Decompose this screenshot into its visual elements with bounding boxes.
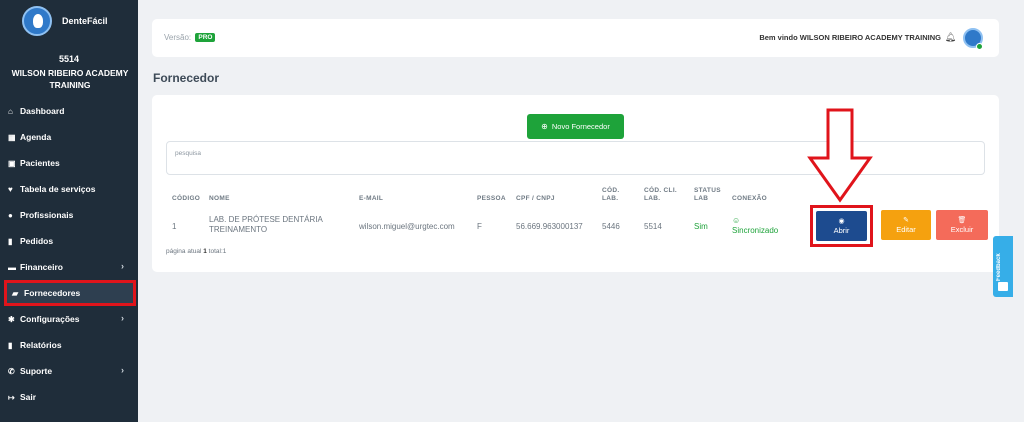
file-icon: ▮ <box>8 236 13 246</box>
user-plus-icon: ⊕ <box>541 122 548 131</box>
bell-icon[interactable]: 🔔︎ <box>945 32 956 43</box>
sidebar-item-suporte[interactable]: ✆ Suporte › <box>0 358 138 384</box>
user-icon: ● <box>8 210 13 220</box>
feedback-label: Feedback <box>996 253 1002 281</box>
sidebar-item-fornecedores[interactable]: ▰ Fornecedores <box>4 280 136 306</box>
money-icon: ▬ <box>8 262 16 272</box>
sidebar-item-label: Fornecedores <box>24 288 81 298</box>
feedback-icon <box>998 282 1008 291</box>
edit-icon: ✎ <box>903 216 909 224</box>
sidebar-item-label: Tabela de serviços <box>20 184 96 194</box>
sidebar-item-pedidos[interactable]: ▮ Pedidos <box>0 228 138 254</box>
sidebar-item-agenda[interactable]: ▦ Agenda <box>0 124 138 150</box>
chevron-right-icon: › <box>121 313 124 323</box>
sidebar: DenteFácil 5514 WILSON RIBEIRO ACADEMY T… <box>0 0 138 422</box>
search-placeholder: pesquisa <box>175 150 202 157</box>
cell-cpf: 56.669.963000137 <box>516 222 583 231</box>
topbar: Versão: PRO Bem vindo WILSON RIBEIRO ACA… <box>152 19 999 57</box>
header-cpf: CPF / CNPJ <box>516 195 555 202</box>
sidebar-menu: ⌂ Dashboard ▦ Agenda ▣ Pacientes ♥ Tabel… <box>0 98 138 410</box>
user-code: 5514 <box>58 54 80 64</box>
brand-logo-icon <box>22 6 52 36</box>
open-button[interactable]: ◉ Abrir <box>816 211 867 241</box>
edit-button-label: Editar <box>896 224 916 234</box>
header-conexao: CONEXÃO <box>732 195 767 202</box>
truck-icon: ▰ <box>12 288 19 298</box>
chevron-right-icon: › <box>121 365 124 375</box>
cell-cod-lab: 5446 <box>602 222 620 231</box>
cell-email: wilson.miguel@urgtec.com <box>359 222 455 231</box>
sidebar-item-configuracoes[interactable]: ✱ Configurações › <box>0 306 138 332</box>
cell-cod-cli-lab: 5514 <box>644 222 662 231</box>
sidebar-item-label: Pacientes <box>20 158 60 168</box>
gear-icon: ✱ <box>8 314 15 324</box>
conexao-status: Sincronizado <box>732 226 779 235</box>
sidebar-item-label: Profissionais <box>20 210 74 220</box>
home-icon: ⌂ <box>8 106 13 116</box>
sidebar-item-label: Relatórios <box>20 340 62 350</box>
cell-codigo: 1 <box>172 222 177 231</box>
brand[interactable]: DenteFácil <box>22 6 108 36</box>
header-pessoa: PESSOA <box>477 195 506 202</box>
welcome-text: Bem vindo WILSON RIBEIRO ACADEMY TRAININ… <box>759 33 941 42</box>
pagination-prefix: página atual <box>166 248 202 255</box>
trash-icon: 🗑︎ <box>957 216 967 224</box>
phone-icon: ✆ <box>8 366 15 376</box>
sidebar-item-label: Agenda <box>20 132 52 142</box>
page-title: Fornecedor <box>153 71 220 85</box>
brand-name: DenteFácil <box>62 16 108 26</box>
header-status-lab: STATUS LAB <box>694 187 721 202</box>
id-card-icon: ▣ <box>8 158 16 168</box>
sidebar-item-financeiro[interactable]: ▬ Financeiro › <box>0 254 138 280</box>
pagination-current: 1 <box>203 248 207 255</box>
main-content: Versão: PRO Bem vindo WILSON RIBEIRO ACA… <box>138 0 1024 422</box>
smile-icon: ☺ <box>732 216 741 225</box>
header-cod-lab: CÓD. LAB. <box>602 187 620 202</box>
header-codigo: CÓDIGO <box>172 195 201 202</box>
sidebar-item-label: Configurações <box>20 314 80 324</box>
new-supplier-button[interactable]: ⊕ Novo Fornecedor <box>527 114 624 139</box>
sidebar-item-label: Dashboard <box>20 106 65 116</box>
feedback-tab[interactable]: Feedback <box>993 236 1013 297</box>
sign-out-icon: ↦ <box>8 392 15 402</box>
sidebar-item-dashboard[interactable]: ⌂ Dashboard <box>0 98 138 124</box>
sidebar-item-tabela-servicos[interactable]: ♥ Tabela de serviços <box>0 176 138 202</box>
user-name: WILSON RIBEIRO ACADEMY TRAINING <box>11 68 129 90</box>
sidebar-item-label: Pedidos <box>20 236 54 246</box>
version-badge: PRO <box>195 33 216 43</box>
tooth-icon: ♥ <box>8 184 13 194</box>
pagination-total: total:1 <box>208 248 227 255</box>
calendar-icon: ▦ <box>8 132 16 142</box>
new-supplier-label: Novo Fornecedor <box>551 122 610 131</box>
cell-status-lab: Sim <box>694 222 708 231</box>
edit-button[interactable]: ✎ Editar <box>881 210 931 240</box>
header-email: E-MAIL <box>359 195 384 202</box>
sidebar-item-sair[interactable]: ↦ Sair <box>0 384 138 410</box>
report-icon: ▮ <box>8 340 13 350</box>
cell-nome: LAB. DE PRÓTESE DENTÁRIA TREINAMENTO <box>209 215 323 234</box>
version-info: Versão: PRO <box>164 33 216 43</box>
open-button-highlight: ◉ Abrir <box>810 205 873 247</box>
sidebar-item-relatorios[interactable]: ▮ Relatórios <box>0 332 138 358</box>
cell-pessoa: F <box>477 222 482 231</box>
version-label: Versão: <box>164 33 192 42</box>
header-nome: NOME <box>209 195 230 202</box>
delete-button-label: Excluir <box>950 224 974 234</box>
sidebar-item-pacientes[interactable]: ▣ Pacientes <box>0 150 138 176</box>
open-button-label: Abrir <box>833 225 850 235</box>
annotation-arrow-icon <box>807 108 873 203</box>
header-cod-cli-lab: CÓD. CLI. LAB. <box>644 187 678 202</box>
sidebar-item-label: Sair <box>20 392 37 402</box>
delete-button[interactable]: 🗑︎ Excluir <box>936 210 988 240</box>
chevron-right-icon: › <box>121 261 124 271</box>
pagination-info: página atual 1 total:1 <box>166 248 226 255</box>
eye-icon: ◉ <box>838 217 845 225</box>
online-status-dot <box>976 43 983 50</box>
sidebar-item-label: Suporte <box>20 366 53 376</box>
sidebar-item-profissionais[interactable]: ● Profissionais <box>0 202 138 228</box>
sidebar-item-label: Financeiro <box>20 262 63 272</box>
cell-conexao: ☺ Sincronizado <box>732 216 778 236</box>
